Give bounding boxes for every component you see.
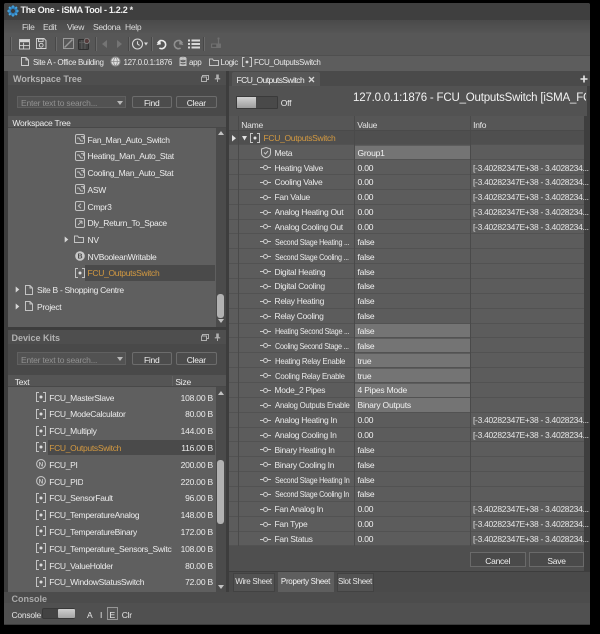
- svg-text:N: N: [39, 462, 44, 469]
- svg-text:B: B: [77, 254, 82, 261]
- svg-text:N: N: [39, 478, 44, 485]
